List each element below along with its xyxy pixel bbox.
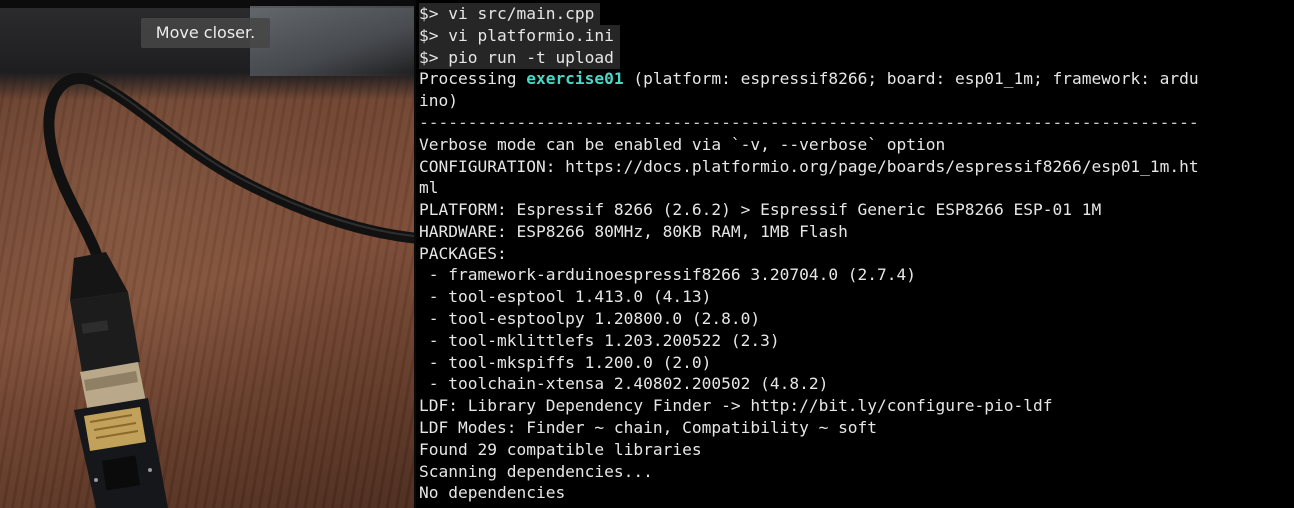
terminal-line: HARDWARE: ESP8266 80MHz, 80KB RAM, 1MB F… xyxy=(419,222,848,241)
terminal-line: Processing exercise01 (platform: espress… xyxy=(419,68,1199,90)
move-closer-notice: Move closer. xyxy=(141,18,270,48)
terminal-line: PACKAGES: xyxy=(419,244,507,263)
terminal-text: (platform: espressif8266; board: esp01_1… xyxy=(623,69,1199,88)
terminal-window[interactable]: $> vi src/main.cpp $> vi platformio.ini … xyxy=(416,0,1294,508)
terminal-line: $> vi platformio.ini xyxy=(419,25,620,47)
terminal-line: - tool-mklittlefs 1.203.200522 (2.3) xyxy=(419,331,780,350)
terminal-line: - tool-esptool 1.413.0 (4.13) xyxy=(419,287,712,306)
terminal-line: ml xyxy=(419,178,439,197)
camera-feed: Move closer. xyxy=(0,0,414,508)
usb-cable-photo xyxy=(43,72,414,508)
terminal-line: Found 29 compatible libraries xyxy=(419,440,702,459)
terminal-line: - tool-mkspiffs 1.200.0 (2.0) xyxy=(419,353,712,372)
terminal-line: - tool-esptoolpy 1.20800.0 (2.8.0) xyxy=(419,309,761,328)
separator-line: ----------------------------------------… xyxy=(419,113,1199,132)
terminal-line: PLATFORM: Espressif 8266 (2.6.2) > Espre… xyxy=(419,200,1102,219)
terminal-line: - framework-arduinoespressif8266 3.20704… xyxy=(419,265,917,284)
terminal-line: Verbose mode can be enabled via `-v, --v… xyxy=(419,135,946,154)
terminal-line: LDF Modes: Finder ~ chain, Compatibility… xyxy=(419,418,878,437)
terminal-line: $> pio run -t upload xyxy=(419,47,620,69)
terminal-line: CONFIGURATION: https://docs.platformio.o… xyxy=(419,157,1199,176)
terminal-line: - toolchain-xtensa 2.40802.200502 (4.8.2… xyxy=(419,374,829,393)
project-name-highlight: exercise01 xyxy=(526,69,624,88)
terminal-line: $> vi src/main.cpp xyxy=(419,3,601,25)
terminal-line: LDF: Library Dependency Finder -> http:/… xyxy=(419,396,1053,415)
terminal-line: ino) xyxy=(419,91,458,110)
terminal-line: Scanning dependencies... xyxy=(419,462,653,481)
terminal-line: No dependencies xyxy=(419,483,566,502)
terminal-text: Processing xyxy=(419,69,527,88)
